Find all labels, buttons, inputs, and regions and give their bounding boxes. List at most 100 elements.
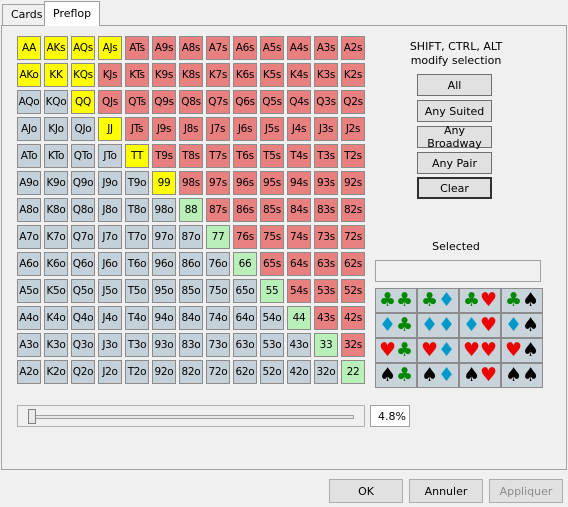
hand-cell-t8s[interactable]: T8s	[179, 144, 203, 168]
hand-cell-j2o[interactable]: J2o	[98, 360, 122, 384]
hand-cell-94s[interactable]: 94s	[287, 171, 311, 195]
hand-cell-95o[interactable]: 95o	[152, 279, 176, 303]
hand-cell-j9s[interactable]: J9s	[152, 117, 176, 141]
hand-cell-44[interactable]: 44	[287, 306, 311, 330]
hand-cell-a2s[interactable]: A2s	[341, 36, 365, 60]
hand-cell-52o[interactable]: 52o	[260, 360, 284, 384]
hand-cell-a3s[interactable]: A3s	[314, 36, 338, 60]
suit-combo-heart-club[interactable]: ♥ ♣	[375, 338, 417, 363]
hand-cell-k7s[interactable]: K7s	[206, 63, 230, 87]
hand-cell-q4s[interactable]: Q4s	[287, 90, 311, 114]
hand-cell-qjs[interactable]: QJs	[98, 90, 122, 114]
hand-cell-99[interactable]: 99	[152, 171, 176, 195]
hand-cell-98s[interactable]: 98s	[179, 171, 203, 195]
suit-combo-heart-diamond[interactable]: ♥ ♦	[417, 338, 459, 363]
hand-cell-j5o[interactable]: J5o	[98, 279, 122, 303]
hand-cell-j5s[interactable]: J5s	[260, 117, 284, 141]
hand-cell-63o[interactable]: 63o	[233, 333, 257, 357]
cancel-button[interactable]: Annuler	[409, 479, 483, 503]
hand-cell-a2o[interactable]: A2o	[17, 360, 41, 384]
hand-cell-q3s[interactable]: Q3s	[314, 90, 338, 114]
suit-combo-club-heart[interactable]: ♣ ♥	[459, 288, 501, 313]
hand-cell-98o[interactable]: 98o	[152, 198, 176, 222]
hand-cell-k2o[interactable]: K2o	[44, 360, 68, 384]
hand-cell-65s[interactable]: 65s	[260, 252, 284, 276]
hand-cell-a9s[interactable]: A9s	[152, 36, 176, 60]
hand-cell-52s[interactable]: 52s	[341, 279, 365, 303]
hand-cell-82s[interactable]: 82s	[341, 198, 365, 222]
hand-cell-q4o[interactable]: Q4o	[71, 306, 95, 330]
hand-cell-k8o[interactable]: K8o	[44, 198, 68, 222]
hand-cell-q3o[interactable]: Q3o	[71, 333, 95, 357]
hand-cell-q6s[interactable]: Q6s	[233, 90, 257, 114]
hand-cell-ajo[interactable]: AJo	[17, 117, 41, 141]
hand-cell-64s[interactable]: 64s	[287, 252, 311, 276]
hand-cell-63s[interactable]: 63s	[314, 252, 338, 276]
hand-cell-j3o[interactable]: J3o	[98, 333, 122, 357]
hand-cell-jts[interactable]: JTs	[125, 117, 149, 141]
hand-cell-74o[interactable]: 74o	[206, 306, 230, 330]
hand-cell-73s[interactable]: 73s	[314, 225, 338, 249]
hand-cell-kqs[interactable]: KQs	[71, 63, 95, 87]
hand-cell-85s[interactable]: 85s	[260, 198, 284, 222]
hand-cell-t3s[interactable]: T3s	[314, 144, 338, 168]
hand-cell-a4s[interactable]: A4s	[287, 36, 311, 60]
apply-button[interactable]: Appliquer	[489, 479, 563, 503]
suit-combo-spade-club[interactable]: ♠ ♣	[375, 363, 417, 388]
hand-cell-q5s[interactable]: Q5s	[260, 90, 284, 114]
hand-cell-76o[interactable]: 76o	[206, 252, 230, 276]
hand-cell-84s[interactable]: 84s	[287, 198, 311, 222]
hand-cell-66[interactable]: 66	[233, 252, 257, 276]
hand-cell-96o[interactable]: 96o	[152, 252, 176, 276]
hand-cell-92o[interactable]: 92o	[152, 360, 176, 384]
hand-cell-q2o[interactable]: Q2o	[71, 360, 95, 384]
hand-cell-aqs[interactable]: AQs	[71, 36, 95, 60]
hand-cell-k9s[interactable]: K9s	[152, 63, 176, 87]
hand-cell-q7o[interactable]: Q7o	[71, 225, 95, 249]
hand-cell-a5o[interactable]: A5o	[17, 279, 41, 303]
hand-cell-q9o[interactable]: Q9o	[71, 171, 95, 195]
any-suited-button[interactable]: Any Suited	[417, 100, 492, 122]
hand-cell-tt[interactable]: TT	[125, 144, 149, 168]
hand-cell-97o[interactable]: 97o	[152, 225, 176, 249]
hand-cell-j7s[interactable]: J7s	[206, 117, 230, 141]
clear-button[interactable]: Clear	[417, 177, 492, 199]
hand-cell-54s[interactable]: 54s	[287, 279, 311, 303]
suit-combo-diamond-spade[interactable]: ♦ ♠	[501, 313, 543, 338]
hand-cell-93o[interactable]: 93o	[152, 333, 176, 357]
hand-cell-65o[interactable]: 65o	[233, 279, 257, 303]
hand-cell-q6o[interactable]: Q6o	[71, 252, 95, 276]
hand-cell-aks[interactable]: AKs	[44, 36, 68, 60]
suit-combo-spade-diamond[interactable]: ♠ ♦	[417, 363, 459, 388]
hand-cell-22[interactable]: 22	[341, 360, 365, 384]
hand-cell-qjo[interactable]: QJo	[71, 117, 95, 141]
hand-cell-j9o[interactable]: J9o	[98, 171, 122, 195]
hand-cell-86o[interactable]: 86o	[179, 252, 203, 276]
hand-cell-k6s[interactable]: K6s	[233, 63, 257, 87]
hand-cell-64o[interactable]: 64o	[233, 306, 257, 330]
hand-cell-ats[interactable]: ATs	[125, 36, 149, 60]
hand-cell-t8o[interactable]: T8o	[125, 198, 149, 222]
suit-combo-heart-heart[interactable]: ♥ ♥	[459, 338, 501, 363]
hand-cell-qq[interactable]: QQ	[71, 90, 95, 114]
all-button[interactable]: All	[417, 74, 492, 96]
hand-cell-t9s[interactable]: T9s	[152, 144, 176, 168]
hand-cell-92s[interactable]: 92s	[341, 171, 365, 195]
hand-cell-q9s[interactable]: Q9s	[152, 90, 176, 114]
suit-combo-club-spade[interactable]: ♣ ♠	[501, 288, 543, 313]
hand-cell-94o[interactable]: 94o	[152, 306, 176, 330]
hand-cell-k3s[interactable]: K3s	[314, 63, 338, 87]
hand-cell-83o[interactable]: 83o	[179, 333, 203, 357]
hand-cell-93s[interactable]: 93s	[314, 171, 338, 195]
suit-combo-club-diamond[interactable]: ♣ ♦	[417, 288, 459, 313]
suit-combo-diamond-heart[interactable]: ♦ ♥	[459, 313, 501, 338]
hand-cell-kts[interactable]: KTs	[125, 63, 149, 87]
hand-cell-75o[interactable]: 75o	[206, 279, 230, 303]
hand-cell-a3o[interactable]: A3o	[17, 333, 41, 357]
hand-cell-aqo[interactable]: AQo	[17, 90, 41, 114]
hand-cell-k5o[interactable]: K5o	[44, 279, 68, 303]
hand-cell-j2s[interactable]: J2s	[341, 117, 365, 141]
hand-cell-j4s[interactable]: J4s	[287, 117, 311, 141]
hand-cell-j8s[interactable]: J8s	[179, 117, 203, 141]
hand-cell-j3s[interactable]: J3s	[314, 117, 338, 141]
